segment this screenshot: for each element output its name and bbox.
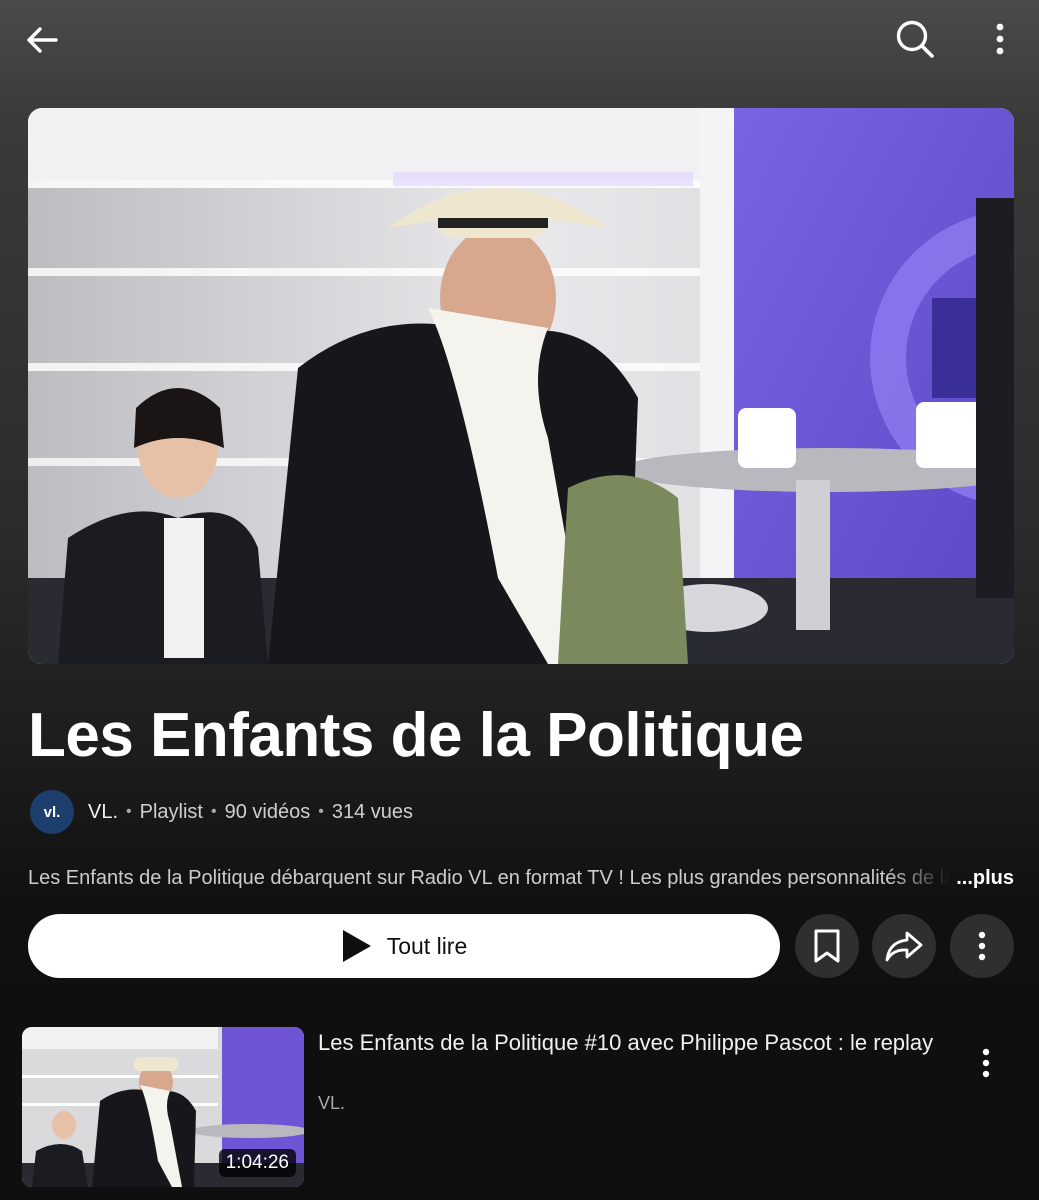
more-actions-button[interactable]	[950, 914, 1014, 978]
description-text: Les Enfants de la Politique débarquent s…	[28, 867, 950, 889]
video-channel[interactable]: VL.	[318, 1091, 345, 1115]
video-title[interactable]: Les Enfants de la Politique #10 avec Phi…	[318, 1027, 938, 1059]
more-options-button[interactable]	[978, 14, 1022, 64]
playlist-video-item[interactable]: 1:04:26 Les Enfants de la Politique #10 …	[22, 1027, 1022, 1187]
playlist-page: Les Enfants de la Politique vl. VL. • Pl…	[0, 0, 1039, 1200]
video-more-button[interactable]	[966, 1041, 1006, 1085]
view-count: 314 vues	[331, 800, 414, 823]
meta-separator: •	[318, 803, 324, 820]
playlist-meta: vl. VL. • Playlist • 90 vidéos • 314 vue…	[30, 790, 413, 834]
play-all-button[interactable]: Tout lire	[28, 914, 780, 978]
more-vertical-icon	[982, 1048, 990, 1078]
more-vertical-icon	[978, 931, 986, 961]
meta-separator: •	[211, 803, 217, 820]
video-duration: 1:04:26	[218, 1149, 296, 1177]
channel-avatar[interactable]: vl.	[30, 790, 74, 834]
share-icon	[885, 931, 923, 962]
bookmark-icon	[814, 929, 840, 963]
share-button[interactable]	[872, 914, 936, 978]
search-button[interactable]	[890, 14, 940, 64]
video-thumbnail[interactable]: 1:04:26	[22, 1027, 304, 1187]
play-all-label: Tout lire	[386, 932, 468, 959]
video-count: 90 vidéos	[224, 800, 311, 823]
more-vertical-icon	[996, 23, 1004, 55]
meta-separator: •	[126, 803, 132, 820]
playlist-title: Les Enfants de la Politique	[28, 701, 804, 770]
search-icon	[896, 20, 934, 58]
playlist-type: Playlist	[139, 800, 203, 823]
top-app-bar	[0, 0, 1039, 80]
back-button[interactable]	[18, 16, 66, 64]
save-playlist-button[interactable]	[795, 914, 859, 978]
channel-name[interactable]: VL.	[88, 801, 118, 824]
playlist-cover-image	[28, 108, 1014, 664]
arrow-left-icon	[27, 27, 58, 53]
show-more-link[interactable]: ...plus	[956, 863, 1014, 893]
play-icon	[342, 930, 371, 962]
playlist-description[interactable]: Les Enfants de la Politique débarquent s…	[28, 863, 1014, 893]
